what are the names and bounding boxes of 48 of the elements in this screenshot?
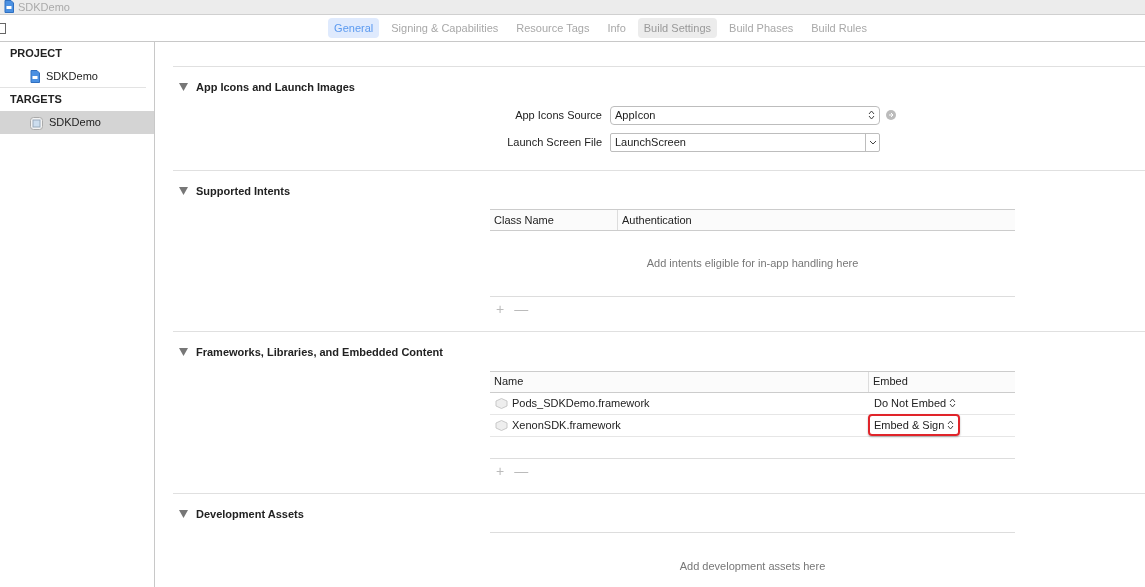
column-header: Class Name — [493, 212, 555, 228]
column-header: Authentication — [617, 210, 1015, 230]
chevron-down-icon[interactable] — [865, 133, 879, 151]
field-label: Launch Screen File — [506, 134, 603, 150]
disclosure-triangle-icon[interactable] — [179, 186, 188, 195]
tab[interactable]: Build Rules — [805, 17, 873, 39]
window-title: SDKDemo — [18, 1, 70, 14]
section-title: Development Assets — [196, 506, 304, 522]
add-button[interactable]: + — [496, 463, 505, 478]
sidebar-toggle-icon[interactable] — [0, 22, 6, 34]
tab[interactable]: Info — [601, 17, 632, 39]
section-title: Supported Intents — [196, 183, 291, 199]
disclosure-triangle-icon[interactable] — [179, 348, 188, 357]
placeholder-text: Add development assets here — [679, 558, 826, 574]
sidebar-item[interactable]: SDKDemo — [0, 111, 154, 134]
sidebar-item[interactable]: SDKDemo — [0, 65, 146, 88]
chevron-updown-icon — [949, 398, 957, 408]
disclosure-triangle-icon[interactable] — [179, 509, 188, 518]
drop-area[interactable]: Add development assets here — [490, 533, 1015, 587]
field-label: App Icons Source — [514, 107, 603, 123]
embed-popup[interactable]: Do Not Embed — [868, 391, 963, 415]
sidebar-heading: TARGETS — [9, 92, 63, 108]
document-icon — [30, 70, 40, 84]
combo-box[interactable]: LaunchScreen — [610, 132, 880, 152]
tab[interactable]: Build Settings — [637, 17, 718, 39]
section-title: App Icons and Launch Images — [196, 80, 355, 95]
remove-button[interactable]: — — [514, 463, 529, 478]
disclosure-triangle-icon[interactable] — [179, 83, 188, 92]
tab[interactable]: Build Phases — [723, 17, 800, 39]
chevron-updown-icon — [947, 420, 955, 430]
popup-button[interactable]: AppIcon — [610, 105, 880, 125]
document-icon — [4, 0, 14, 14]
app-icon — [30, 116, 43, 130]
column-header: Embed — [868, 371, 1015, 392]
embed-popup[interactable]: Embed & Sign — [868, 413, 961, 437]
sidebar-heading: PROJECT — [9, 46, 63, 62]
tab[interactable]: Resource Tags — [510, 17, 596, 39]
section-title: Frameworks, Libraries, and Embedded Content — [196, 345, 443, 360]
table-cell-text: Pods_SDKDemo.framework — [512, 395, 650, 411]
column-header: Name — [493, 374, 525, 390]
placeholder-text: Add intents eligible for in-app handling here — [646, 256, 859, 272]
table-cell-text: XenonSDK.framework — [512, 417, 621, 433]
tab[interactable]: General — [328, 17, 380, 39]
add-button[interactable]: + — [496, 302, 505, 316]
chevron-updown-icon — [868, 110, 875, 120]
tab[interactable]: Signing & Capabilities — [385, 17, 505, 39]
drop-area[interactable]: Add intents eligible for in-app handling here — [490, 231, 1015, 297]
remove-button[interactable]: — — [514, 302, 529, 316]
